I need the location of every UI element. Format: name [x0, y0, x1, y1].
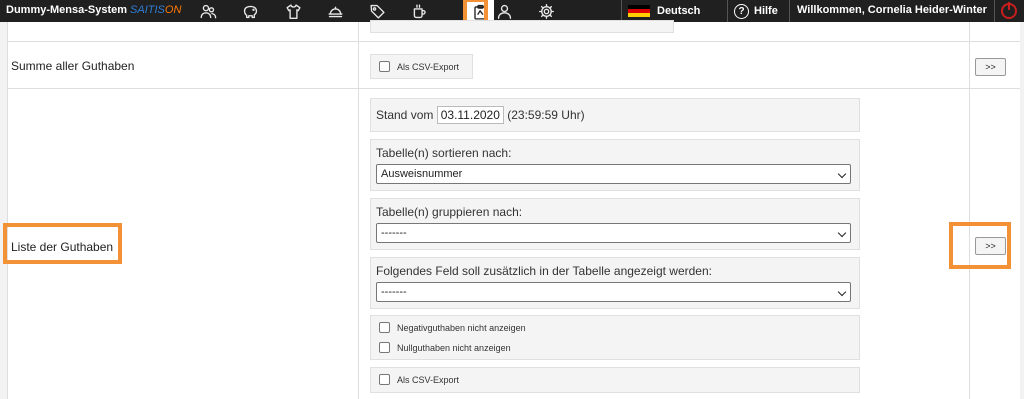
help-label: Hilfe	[754, 5, 778, 17]
shirt-icon[interactable]	[284, 2, 302, 20]
neg-checkbox-label: Negativguthaben nicht anzeigen	[397, 322, 526, 333]
tag-icon[interactable]	[368, 2, 386, 20]
extra-field-panel: Folgendes Feld soll zusätzlich in der Ta…	[370, 257, 860, 309]
chevron-down-icon	[837, 228, 847, 238]
logout-power-icon[interactable]	[1001, 2, 1017, 19]
summe-csv-label: Als CSV-Export	[397, 61, 460, 72]
stand-line: Stand vom 03.11.2020 (23:59:59 Uhr)	[376, 106, 585, 124]
neg-checkbox[interactable]	[379, 322, 390, 333]
scrollbar-track[interactable]	[1020, 22, 1024, 399]
null-checkbox-label: Nullguthaben nicht anzeigen	[397, 342, 511, 353]
row-label-summe: Summe aller Guthaben	[11, 59, 135, 73]
help-link[interactable]: ? Hilfe	[734, 3, 778, 19]
dish-icon[interactable]	[326, 2, 344, 20]
stand-suffix: (23:59:59 Uhr)	[507, 108, 585, 122]
coffee-cup-icon[interactable]	[410, 2, 428, 20]
logo-text-suffix: ON	[164, 4, 182, 16]
null-checkbox-row[interactable]: Nullguthaben nicht anzeigen	[379, 342, 511, 353]
summe-csv-checkbox[interactable]	[379, 61, 390, 72]
liste-csv-checkbox-row[interactable]: Als CSV-Export	[379, 374, 459, 385]
filter-panel: Negativguthaben nicht anzeigen Nullgutha…	[370, 315, 860, 360]
stand-prefix: Stand vom	[376, 108, 434, 122]
german-flag-icon	[628, 4, 650, 18]
separator	[621, 0, 622, 22]
grid-line	[969, 22, 970, 399]
previous-row-panel	[370, 20, 674, 33]
separator	[789, 0, 790, 22]
summe-go-button[interactable]: >>	[975, 58, 1006, 76]
group-panel: Tabelle(n) gruppieren nach: -------	[370, 198, 860, 250]
language-selector[interactable]: Deutsch	[628, 3, 700, 19]
piggy-bank-icon[interactable]	[241, 2, 259, 20]
extra-field-label: Folgendes Feld soll zusätzlich in der Ta…	[376, 264, 712, 278]
extra-field-select-value: -------	[381, 286, 407, 298]
sort-label: Tabelle(n) sortieren nach:	[376, 146, 512, 160]
liste-csv-checkbox[interactable]	[379, 374, 390, 385]
sort-select[interactable]: Ausweisnummer	[376, 164, 851, 184]
neg-checkbox-row[interactable]: Negativguthaben nicht anzeigen	[379, 322, 526, 333]
summe-csv-checkbox-row[interactable]: Als CSV-Export	[379, 61, 459, 72]
grid-line	[358, 22, 359, 399]
grid-line	[7, 88, 1020, 89]
settings-icon[interactable]	[537, 2, 555, 20]
persons-icon[interactable]	[199, 2, 217, 20]
sort-panel: Tabelle(n) sortieren nach: Ausweisnummer	[370, 139, 860, 191]
chevron-down-icon	[837, 287, 847, 297]
sort-select-value: Ausweisnummer	[381, 168, 463, 180]
liste-csv-panel: Als CSV-Export	[370, 367, 860, 393]
separator	[994, 0, 995, 22]
app-name: Dummy-Mensa-System	[6, 4, 128, 16]
app-brand[interactable]: Dummy-Mensa-System SAITISON	[6, 4, 181, 16]
chevron-down-icon	[837, 169, 847, 179]
grid-line	[7, 22, 8, 399]
null-checkbox[interactable]	[379, 342, 390, 353]
row-label-highlight	[3, 223, 122, 264]
summe-csv-panel: Als CSV-Export	[370, 54, 473, 79]
top-navigation-bar: Dummy-Mensa-System SAITISON Deutsch ? Hil…	[0, 0, 1024, 31]
help-icon: ?	[734, 3, 749, 19]
logo-text: SAITIS	[130, 4, 165, 16]
user-icon[interactable]	[495, 2, 513, 20]
group-select-value: -------	[381, 227, 407, 239]
button-highlight	[949, 222, 1011, 269]
group-select[interactable]: -------	[376, 223, 851, 243]
page-left-gutter	[0, 22, 7, 399]
stand-panel: Stand vom 03.11.2020 (23:59:59 Uhr)	[370, 98, 860, 132]
stand-date-input[interactable]: 03.11.2020	[436, 106, 504, 124]
separator	[727, 0, 728, 22]
extra-field-select[interactable]: -------	[376, 282, 851, 302]
language-label: Deutsch	[657, 5, 701, 17]
group-label: Tabelle(n) gruppieren nach:	[376, 205, 523, 219]
welcome-text[interactable]: Willkommen, Cornelia Heider-Winter	[797, 4, 987, 16]
liste-csv-label: Als CSV-Export	[397, 374, 460, 385]
grid-line	[7, 41, 1020, 42]
